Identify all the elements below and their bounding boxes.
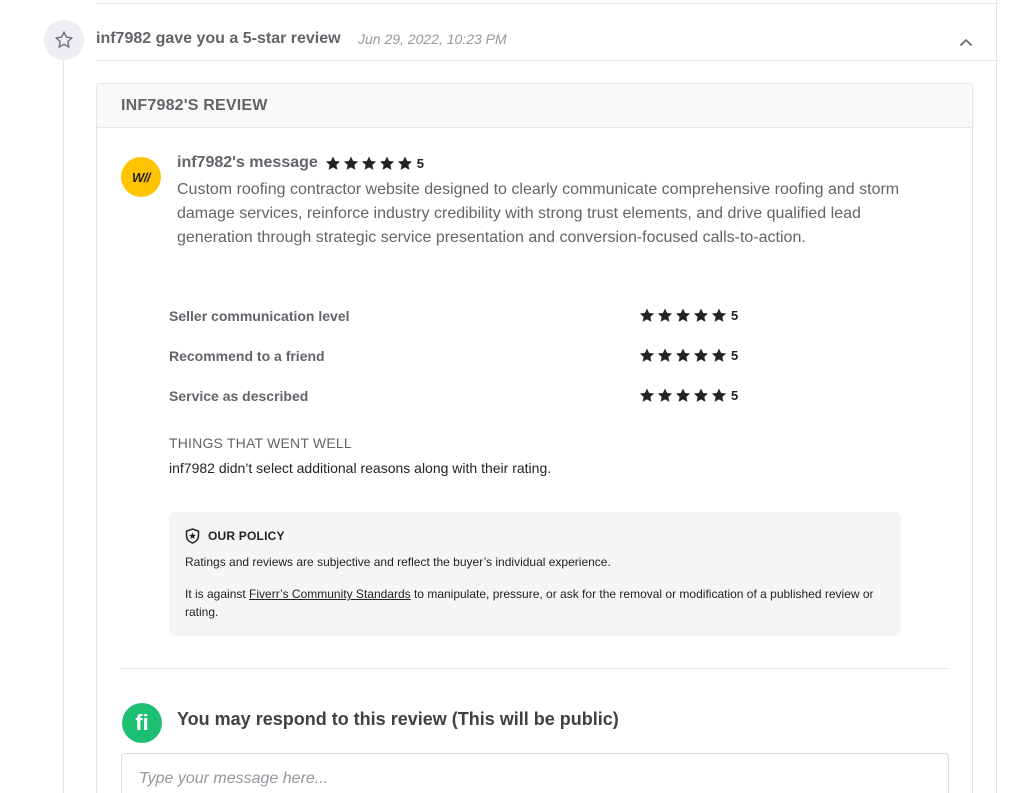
criteria-label: Recommend to a friend	[169, 348, 325, 364]
message-header: inf7982's message 5	[177, 154, 424, 172]
star-filled-icon	[675, 308, 691, 322]
buyer-avatar: W//	[121, 157, 161, 197]
criteria-row-communication: Seller communication level 5	[169, 306, 749, 326]
chevron-up-icon	[959, 38, 973, 46]
criteria-stars	[638, 307, 728, 323]
star-filled-icon	[693, 308, 709, 322]
star-filled-icon	[693, 388, 709, 402]
star-filled-icon	[675, 348, 691, 362]
panel-right-border	[996, 0, 997, 793]
fiverr-logo: fi	[122, 703, 162, 743]
star-filled-icon	[325, 156, 340, 170]
policy-title: OUR POLICY	[208, 529, 285, 543]
star-filled-icon	[711, 308, 727, 322]
star-filled-icon	[639, 308, 655, 322]
star-outline-icon	[44, 20, 84, 60]
star-filled-icon	[711, 388, 727, 402]
policy-header: OUR POLICY	[185, 528, 285, 544]
star-filled-icon	[639, 348, 655, 362]
policy-box: OUR POLICY Ratings and reviews are subje…	[169, 512, 901, 636]
went-well-text: inf7982 didn’t select additional reasons…	[169, 460, 552, 476]
star-filled-icon	[657, 388, 673, 402]
star-filled-icon	[639, 388, 655, 402]
review-message: Custom roofing contractor website design…	[177, 181, 900, 246]
policy-text-against: It is against Fiverr’s Community Standar…	[185, 585, 885, 621]
policy-text-subjective: Ratings and reviews are subjective and r…	[185, 555, 611, 569]
overall-rating-value: 5	[416, 155, 425, 171]
star-filled-icon	[693, 348, 709, 362]
avatar-text: W//	[132, 169, 151, 185]
collapse-button[interactable]	[956, 34, 976, 50]
respond-title: You may respond to this review (This wil…	[177, 709, 619, 729]
header-divider	[96, 60, 997, 61]
message-author: inf7982's message	[177, 154, 318, 171]
shield-star-icon	[185, 528, 200, 544]
criteria-rating: 5	[638, 307, 738, 323]
went-well-title: THINGS THAT WENT WELL	[169, 435, 352, 451]
policy-text-prefix: It is against	[185, 587, 250, 601]
community-standards-link[interactable]: Fiverr’s Community Standards	[249, 587, 411, 601]
review-card-title: INF7982'S REVIEW	[121, 97, 268, 114]
criteria-stars	[638, 387, 728, 403]
criteria-rating: 5	[638, 347, 738, 363]
star-filled-icon	[343, 156, 358, 170]
review-card-header: INF7982'S REVIEW	[97, 84, 972, 128]
review-card: INF7982'S REVIEW W// inf7982's message 5…	[96, 83, 973, 793]
criteria-row-recommend: Recommend to a friend 5	[169, 346, 749, 366]
star-filled-icon	[711, 348, 727, 362]
criteria-rating-value: 5	[731, 387, 739, 403]
star-filled-icon	[657, 308, 673, 322]
criteria-row-service: Service as described 5	[169, 386, 749, 406]
star-filled-icon	[361, 156, 376, 170]
criteria-rating-value: 5	[731, 347, 739, 363]
top-divider	[96, 3, 997, 4]
criteria-rating: 5	[638, 387, 738, 403]
criteria-label: Seller communication level	[169, 308, 350, 324]
svg-text:fi: fi	[135, 711, 148, 735]
card-divider	[121, 668, 949, 669]
star-filled-icon	[397, 156, 412, 170]
reply-message-input[interactable]	[121, 753, 949, 793]
criteria-stars	[638, 347, 728, 363]
star-filled-icon	[657, 348, 673, 362]
timeline-line	[63, 60, 64, 793]
overall-rating-stars	[324, 155, 414, 171]
criteria-label: Service as described	[169, 388, 309, 404]
event-title: inf7982 gave you a 5-star review	[96, 30, 341, 47]
criteria-rating-value: 5	[731, 307, 739, 323]
star-filled-icon	[379, 156, 394, 170]
event-timestamp: Jun 29, 2022, 10:23 PM	[358, 31, 507, 47]
star-filled-icon	[675, 388, 691, 402]
